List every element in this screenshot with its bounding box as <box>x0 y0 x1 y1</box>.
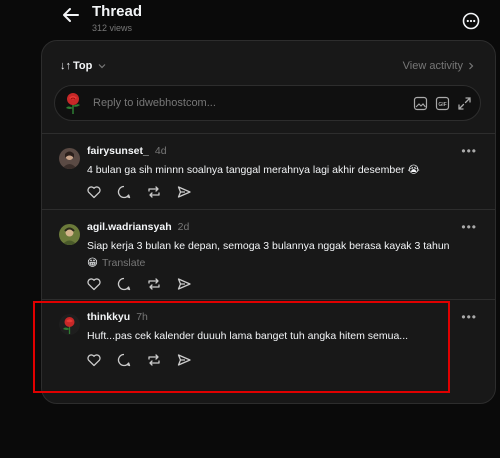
reply-box: GIF <box>54 85 481 121</box>
thread-header: Thread 312 views <box>0 0 500 40</box>
repost-icon[interactable] <box>146 184 162 200</box>
post-text: 4 bulan ga sih minnn soalnya tanggal mer… <box>87 164 420 176</box>
heart-icon[interactable] <box>86 276 102 292</box>
page-title: Thread <box>92 3 143 20</box>
chevron-down-icon <box>98 64 106 69</box>
heart-icon[interactable] <box>86 184 102 200</box>
username: agil.wadriansyah <box>87 221 172 233</box>
translate-link[interactable]: Translate <box>102 257 145 269</box>
post-more-icon[interactable]: ••• <box>461 144 477 158</box>
reply-input[interactable] <box>93 94 393 112</box>
highlight-box <box>33 301 450 393</box>
avatar[interactable] <box>59 148 80 169</box>
expand-icon[interactable] <box>457 96 472 111</box>
username: fairysunset_ <box>87 145 149 157</box>
more-options-icon[interactable] <box>461 11 481 31</box>
post-text: Siap kerja 3 bulan ke depan, semoga 3 bu… <box>87 238 467 272</box>
view-activity-label: View activity <box>402 60 463 72</box>
post-actions <box>86 184 192 200</box>
post-text-line: Siap kerja 3 bulan ke depan, semoga 3 bu… <box>87 240 450 252</box>
post-more-icon[interactable]: ••• <box>461 310 477 324</box>
comment-icon[interactable] <box>116 276 132 292</box>
sort-dropdown[interactable]: ↓↑ Top <box>60 60 106 72</box>
comment-icon[interactable] <box>116 184 132 200</box>
svg-text:GIF: GIF <box>438 102 446 108</box>
image-icon[interactable] <box>413 96 428 111</box>
post-more-icon[interactable]: ••• <box>461 220 477 234</box>
emoji: 😁 <box>87 257 98 269</box>
view-activity-link[interactable]: View activity <box>403 60 475 72</box>
sort-row: ↓↑ Top View activity <box>42 41 495 86</box>
post-time: 2d <box>177 221 190 233</box>
share-icon[interactable] <box>176 276 192 292</box>
sort-icon: ↓↑ <box>60 60 71 72</box>
share-icon[interactable] <box>176 184 192 200</box>
chevron-right-icon <box>469 62 474 70</box>
view-count: 312 views <box>92 23 133 33</box>
post-time: 4d <box>154 145 167 157</box>
back-arrow-icon[interactable] <box>60 4 82 26</box>
post-author[interactable]: fairysunset_ 4d <box>87 145 167 157</box>
user-avatar <box>66 93 80 114</box>
post-author[interactable]: agil.wadriansyah 2d <box>87 221 189 233</box>
sort-label: Top <box>73 60 93 72</box>
list-item: fairysunset_ 4d ••• 4 bulan ga sih minnn … <box>42 133 495 203</box>
list-item: agil.wadriansyah 2d ••• Siap kerja 3 bula… <box>42 209 495 297</box>
gif-icon[interactable]: GIF <box>435 96 450 111</box>
avatar[interactable] <box>59 224 80 245</box>
post-actions <box>86 276 192 292</box>
repost-icon[interactable] <box>146 276 162 292</box>
